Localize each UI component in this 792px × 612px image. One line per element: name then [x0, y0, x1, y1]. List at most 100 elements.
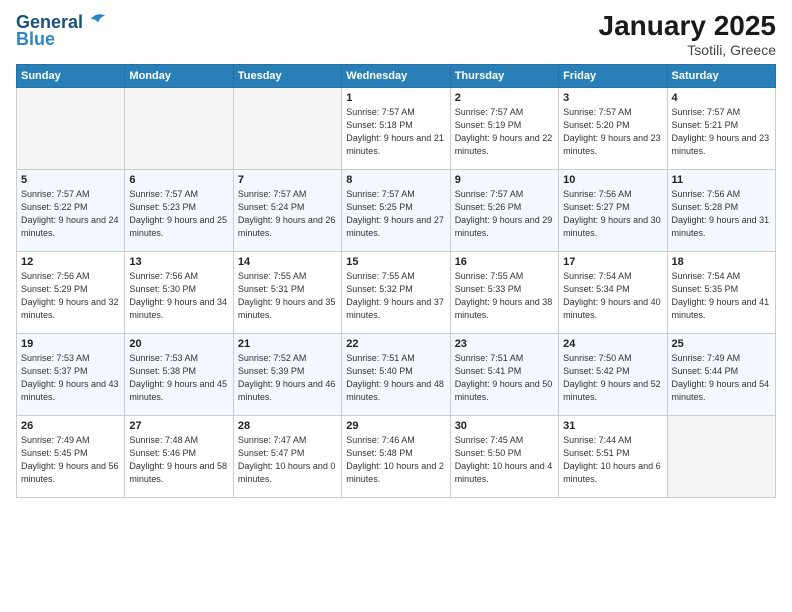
day-cell: 3 Sunrise: 7:57 AM Sunset: 5:20 PM Dayli…: [559, 88, 667, 170]
day-info: Sunrise: 7:57 AM Sunset: 5:18 PM Dayligh…: [346, 106, 445, 158]
day-info: Sunrise: 7:56 AM Sunset: 5:29 PM Dayligh…: [21, 270, 120, 322]
day-number: 30: [455, 420, 554, 432]
day-cell: 29 Sunrise: 7:46 AM Sunset: 5:48 PM Dayl…: [342, 416, 450, 498]
day-cell: 6 Sunrise: 7:57 AM Sunset: 5:23 PM Dayli…: [125, 170, 233, 252]
day-cell: [233, 88, 341, 170]
day-cell: 11 Sunrise: 7:56 AM Sunset: 5:28 PM Dayl…: [667, 170, 775, 252]
col-thursday: Thursday: [450, 65, 558, 88]
day-info: Sunrise: 7:55 AM Sunset: 5:31 PM Dayligh…: [238, 270, 337, 322]
day-info: Sunrise: 7:55 AM Sunset: 5:33 PM Dayligh…: [455, 270, 554, 322]
day-info: Sunrise: 7:57 AM Sunset: 5:23 PM Dayligh…: [129, 188, 228, 240]
day-info: Sunrise: 7:44 AM Sunset: 5:51 PM Dayligh…: [563, 434, 662, 486]
day-number: 14: [238, 256, 337, 268]
week-row-5: 26 Sunrise: 7:49 AM Sunset: 5:45 PM Dayl…: [17, 416, 776, 498]
day-cell: 5 Sunrise: 7:57 AM Sunset: 5:22 PM Dayli…: [17, 170, 125, 252]
day-number: 1: [346, 92, 445, 104]
day-info: Sunrise: 7:57 AM Sunset: 5:24 PM Dayligh…: [238, 188, 337, 240]
week-row-3: 12 Sunrise: 7:56 AM Sunset: 5:29 PM Dayl…: [17, 252, 776, 334]
day-number: 2: [455, 92, 554, 104]
day-info: Sunrise: 7:46 AM Sunset: 5:48 PM Dayligh…: [346, 434, 445, 486]
day-info: Sunrise: 7:49 AM Sunset: 5:45 PM Dayligh…: [21, 434, 120, 486]
day-number: 26: [21, 420, 120, 432]
day-number: 11: [672, 174, 771, 186]
day-cell: 10 Sunrise: 7:56 AM Sunset: 5:27 PM Dayl…: [559, 170, 667, 252]
day-number: 19: [21, 338, 120, 350]
day-number: 22: [346, 338, 445, 350]
day-number: 4: [672, 92, 771, 104]
header: General Blue January 2025 Tsotili, Greec…: [16, 10, 776, 58]
week-row-1: 1 Sunrise: 7:57 AM Sunset: 5:18 PM Dayli…: [17, 88, 776, 170]
day-number: 16: [455, 256, 554, 268]
logo: General Blue: [16, 10, 107, 50]
day-cell: 2 Sunrise: 7:57 AM Sunset: 5:19 PM Dayli…: [450, 88, 558, 170]
day-info: Sunrise: 7:57 AM Sunset: 5:21 PM Dayligh…: [672, 106, 771, 158]
day-number: 23: [455, 338, 554, 350]
day-number: 31: [563, 420, 662, 432]
day-info: Sunrise: 7:56 AM Sunset: 5:28 PM Dayligh…: [672, 188, 771, 240]
day-cell: 7 Sunrise: 7:57 AM Sunset: 5:24 PM Dayli…: [233, 170, 341, 252]
day-number: 28: [238, 420, 337, 432]
day-cell: [125, 88, 233, 170]
day-info: Sunrise: 7:54 AM Sunset: 5:35 PM Dayligh…: [672, 270, 771, 322]
col-tuesday: Tuesday: [233, 65, 341, 88]
day-number: 5: [21, 174, 120, 186]
day-cell: 9 Sunrise: 7:57 AM Sunset: 5:26 PM Dayli…: [450, 170, 558, 252]
day-info: Sunrise: 7:56 AM Sunset: 5:27 PM Dayligh…: [563, 188, 662, 240]
day-cell: 20 Sunrise: 7:53 AM Sunset: 5:38 PM Dayl…: [125, 334, 233, 416]
day-info: Sunrise: 7:57 AM Sunset: 5:22 PM Dayligh…: [21, 188, 120, 240]
day-cell: 28 Sunrise: 7:47 AM Sunset: 5:47 PM Dayl…: [233, 416, 341, 498]
col-friday: Friday: [559, 65, 667, 88]
col-wednesday: Wednesday: [342, 65, 450, 88]
day-cell: 14 Sunrise: 7:55 AM Sunset: 5:31 PM Dayl…: [233, 252, 341, 334]
week-row-4: 19 Sunrise: 7:53 AM Sunset: 5:37 PM Dayl…: [17, 334, 776, 416]
day-info: Sunrise: 7:53 AM Sunset: 5:37 PM Dayligh…: [21, 352, 120, 404]
day-info: Sunrise: 7:45 AM Sunset: 5:50 PM Dayligh…: [455, 434, 554, 486]
day-cell: 13 Sunrise: 7:56 AM Sunset: 5:30 PM Dayl…: [125, 252, 233, 334]
day-number: 29: [346, 420, 445, 432]
calendar-table: Sunday Monday Tuesday Wednesday Thursday…: [16, 64, 776, 498]
day-cell: 12 Sunrise: 7:56 AM Sunset: 5:29 PM Dayl…: [17, 252, 125, 334]
day-cell: 27 Sunrise: 7:48 AM Sunset: 5:46 PM Dayl…: [125, 416, 233, 498]
day-cell: 18 Sunrise: 7:54 AM Sunset: 5:35 PM Dayl…: [667, 252, 775, 334]
subtitle: Tsotili, Greece: [599, 42, 776, 58]
day-info: Sunrise: 7:57 AM Sunset: 5:19 PM Dayligh…: [455, 106, 554, 158]
day-cell: 8 Sunrise: 7:57 AM Sunset: 5:25 PM Dayli…: [342, 170, 450, 252]
day-info: Sunrise: 7:54 AM Sunset: 5:34 PM Dayligh…: [563, 270, 662, 322]
day-number: 3: [563, 92, 662, 104]
day-info: Sunrise: 7:53 AM Sunset: 5:38 PM Dayligh…: [129, 352, 228, 404]
day-info: Sunrise: 7:57 AM Sunset: 5:26 PM Dayligh…: [455, 188, 554, 240]
day-number: 24: [563, 338, 662, 350]
day-info: Sunrise: 7:49 AM Sunset: 5:44 PM Dayligh…: [672, 352, 771, 404]
day-info: Sunrise: 7:55 AM Sunset: 5:32 PM Dayligh…: [346, 270, 445, 322]
day-info: Sunrise: 7:52 AM Sunset: 5:39 PM Dayligh…: [238, 352, 337, 404]
day-number: 13: [129, 256, 228, 268]
day-cell: 15 Sunrise: 7:55 AM Sunset: 5:32 PM Dayl…: [342, 252, 450, 334]
day-cell: 17 Sunrise: 7:54 AM Sunset: 5:34 PM Dayl…: [559, 252, 667, 334]
day-info: Sunrise: 7:51 AM Sunset: 5:41 PM Dayligh…: [455, 352, 554, 404]
calendar-container: General Blue January 2025 Tsotili, Greec…: [0, 0, 792, 508]
col-saturday: Saturday: [667, 65, 775, 88]
day-number: 20: [129, 338, 228, 350]
day-cell: [667, 416, 775, 498]
day-cell: 4 Sunrise: 7:57 AM Sunset: 5:21 PM Dayli…: [667, 88, 775, 170]
day-info: Sunrise: 7:51 AM Sunset: 5:40 PM Dayligh…: [346, 352, 445, 404]
day-info: Sunrise: 7:50 AM Sunset: 5:42 PM Dayligh…: [563, 352, 662, 404]
day-cell: 16 Sunrise: 7:55 AM Sunset: 5:33 PM Dayl…: [450, 252, 558, 334]
day-info: Sunrise: 7:57 AM Sunset: 5:25 PM Dayligh…: [346, 188, 445, 240]
day-info: Sunrise: 7:57 AM Sunset: 5:20 PM Dayligh…: [563, 106, 662, 158]
day-number: 18: [672, 256, 771, 268]
day-info: Sunrise: 7:47 AM Sunset: 5:47 PM Dayligh…: [238, 434, 337, 486]
day-number: 21: [238, 338, 337, 350]
logo-bird-icon: [89, 10, 107, 28]
day-number: 25: [672, 338, 771, 350]
day-info: Sunrise: 7:48 AM Sunset: 5:46 PM Dayligh…: [129, 434, 228, 486]
day-cell: 30 Sunrise: 7:45 AM Sunset: 5:50 PM Dayl…: [450, 416, 558, 498]
day-cell: 25 Sunrise: 7:49 AM Sunset: 5:44 PM Dayl…: [667, 334, 775, 416]
day-number: 9: [455, 174, 554, 186]
day-number: 27: [129, 420, 228, 432]
day-number: 6: [129, 174, 228, 186]
day-cell: 1 Sunrise: 7:57 AM Sunset: 5:18 PM Dayli…: [342, 88, 450, 170]
title-section: January 2025 Tsotili, Greece: [599, 10, 776, 58]
header-row: Sunday Monday Tuesday Wednesday Thursday…: [17, 65, 776, 88]
main-title: January 2025: [599, 10, 776, 42]
